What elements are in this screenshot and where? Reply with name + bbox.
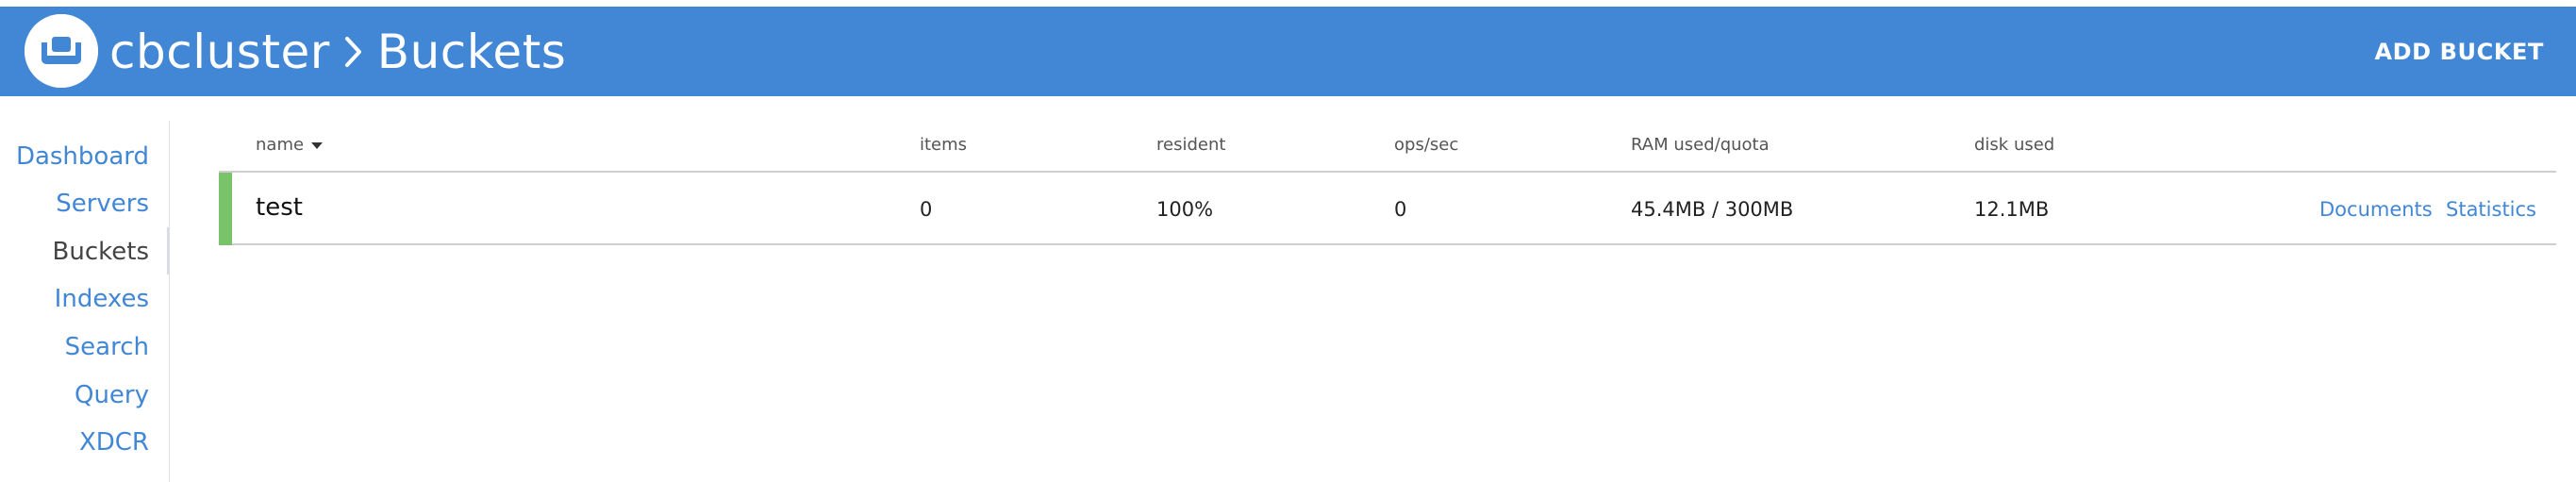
sidebar-item-servers[interactable]: Servers	[56, 185, 149, 223]
sidebar-nav: Dashboard Servers Buckets Indexes Search…	[0, 121, 170, 482]
bucket-resident: 100%	[1156, 198, 1214, 221]
column-header-ram[interactable]: RAM used/quota	[1631, 134, 1770, 157]
column-header-name[interactable]: name	[256, 134, 324, 157]
couchbase-logo-icon[interactable]	[25, 14, 98, 88]
active-nav-marker	[167, 227, 170, 274]
breadcrumb: cbcluster Buckets	[109, 24, 566, 80]
bucket-ops: 0	[1394, 198, 1407, 221]
documents-link[interactable]: Documents	[2319, 195, 2433, 224]
column-header-ops[interactable]: ops/sec	[1394, 134, 1458, 157]
app-header: cbcluster Buckets ADD BUCKET	[0, 7, 2576, 96]
statistics-link[interactable]: Statistics	[2446, 195, 2536, 224]
sidebar-item-buckets[interactable]: Buckets	[53, 233, 149, 271]
page-title: Buckets	[376, 25, 567, 79]
column-header-resident[interactable]: resident	[1156, 134, 1225, 157]
sidebar-item-query[interactable]: Query	[75, 376, 149, 414]
sidebar-item-dashboard[interactable]: Dashboard	[16, 138, 149, 175]
bucket-items: 0	[920, 198, 933, 221]
bucket-status-indicator	[219, 173, 232, 245]
bucket-disk: 12.1MB	[1974, 198, 2050, 221]
column-header-name-label: name	[256, 135, 305, 155]
sidebar-item-indexes[interactable]: Indexes	[55, 280, 149, 318]
sort-caret-icon	[311, 141, 324, 149]
sidebar-item-xdcr[interactable]: XDCR	[79, 424, 149, 461]
column-header-disk[interactable]: disk used	[1974, 134, 2054, 157]
chevron-right-icon	[343, 35, 364, 69]
window-top-strip	[0, 0, 2576, 7]
table-row[interactable]: test 0 100% 0 45.4MB / 300MB 12.1MB Docu…	[219, 173, 2556, 245]
bucket-ram: 45.4MB / 300MB	[1631, 198, 1794, 221]
sidebar-item-search[interactable]: Search	[65, 328, 149, 366]
add-bucket-button[interactable]: ADD BUCKET	[2374, 33, 2544, 71]
column-header-items[interactable]: items	[920, 134, 967, 157]
bucket-name[interactable]: test	[256, 193, 303, 222]
cluster-name[interactable]: cbcluster	[109, 25, 330, 79]
